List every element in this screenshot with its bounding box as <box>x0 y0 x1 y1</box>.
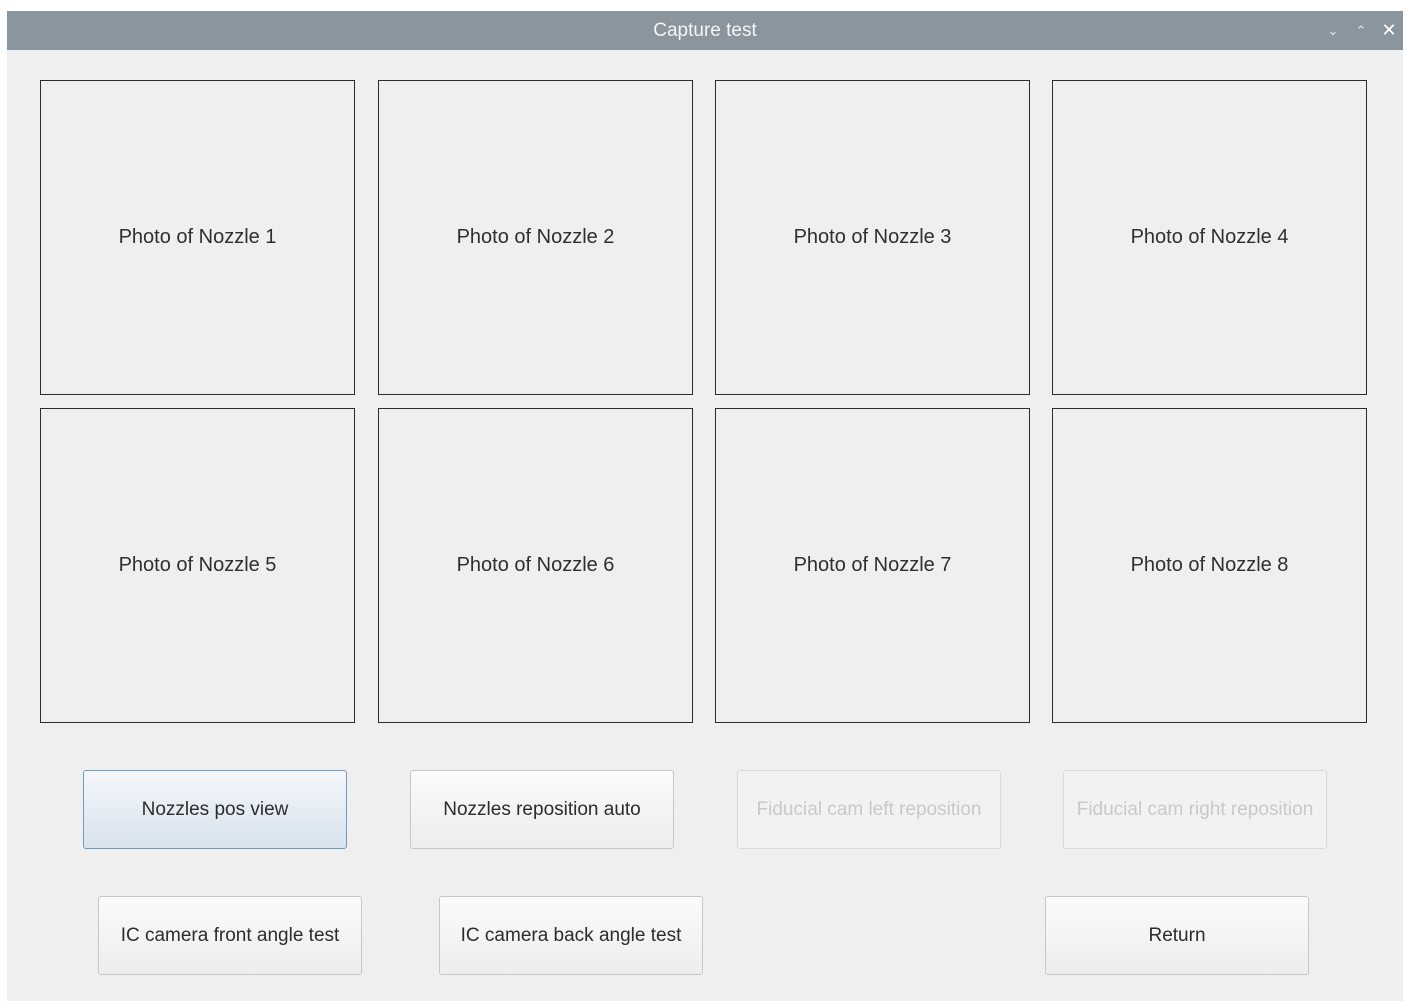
capture-test-window: Capture test ⌄ ⌃ ✕ Photo of Nozzle 1 Pho… <box>7 11 1403 1001</box>
fiducial-cam-right-reposition-button[interactable]: Fiducial cam right reposition <box>1063 770 1327 849</box>
nozzle-2-photo: Photo of Nozzle 2 <box>378 80 693 395</box>
nozzle-3-photo: Photo of Nozzle 3 <box>715 80 1030 395</box>
nozzle-7-photo: Photo of Nozzle 7 <box>715 408 1030 723</box>
maximize-icon[interactable]: ⌃ <box>1350 11 1372 50</box>
nozzles-reposition-auto-button[interactable]: Nozzles reposition auto <box>410 770 674 849</box>
title-bar[interactable]: Capture test ⌄ ⌃ ✕ <box>7 11 1403 50</box>
nozzle-8-photo: Photo of Nozzle 8 <box>1052 408 1367 723</box>
nozzle-1-photo: Photo of Nozzle 1 <box>40 80 355 395</box>
nozzles-pos-view-button[interactable]: Nozzles pos view <box>83 770 347 849</box>
close-icon[interactable]: ✕ <box>1378 11 1400 50</box>
fiducial-cam-left-reposition-button[interactable]: Fiducial cam left reposition <box>737 770 1001 849</box>
nozzle-4-photo: Photo of Nozzle 4 <box>1052 80 1367 395</box>
window-title: Capture test <box>653 20 757 41</box>
return-button[interactable]: Return <box>1045 896 1309 975</box>
ic-camera-back-angle-test-button[interactable]: IC camera back angle test <box>439 896 703 975</box>
nozzle-6-photo: Photo of Nozzle 6 <box>378 408 693 723</box>
nozzle-5-photo: Photo of Nozzle 5 <box>40 408 355 723</box>
minimize-icon[interactable]: ⌄ <box>1322 11 1344 50</box>
ic-camera-front-angle-test-button[interactable]: IC camera front angle test <box>98 896 362 975</box>
